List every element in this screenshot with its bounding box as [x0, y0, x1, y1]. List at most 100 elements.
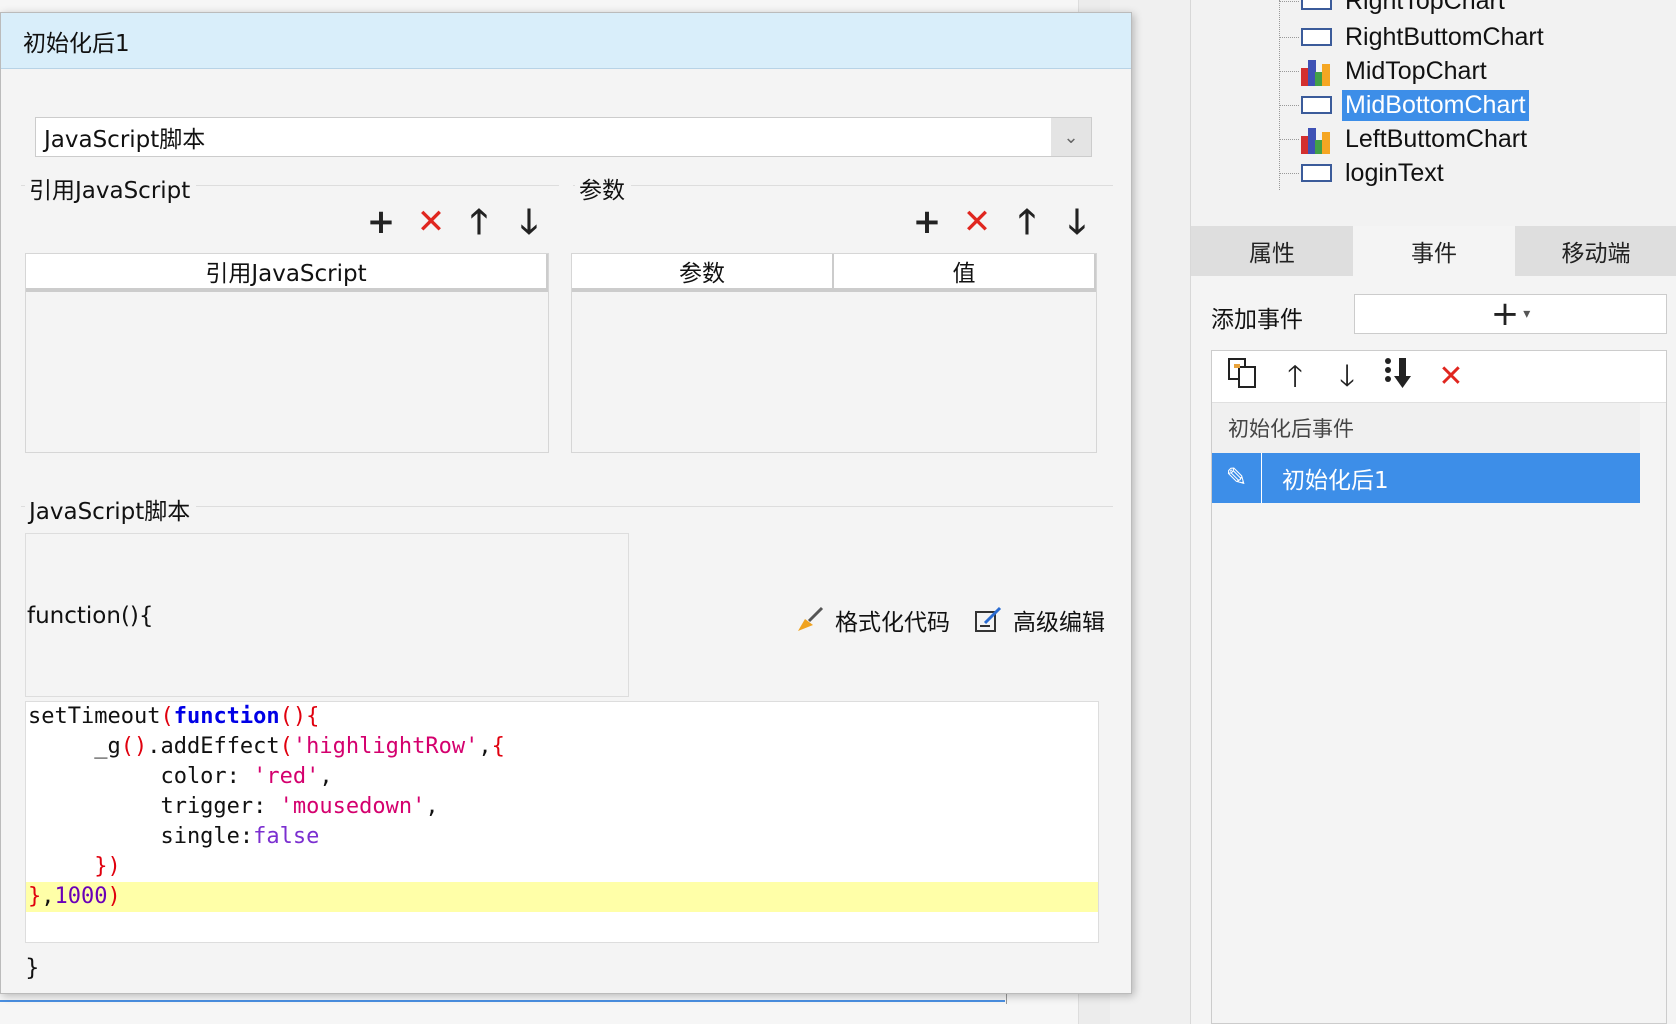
delete-icon[interactable]: ✕ [1434, 359, 1468, 394]
rect-icon [1301, 0, 1332, 10]
script-type-select[interactable]: JavaScript脚本 ⌄ [35, 117, 1092, 157]
tree-connector [1279, 173, 1299, 174]
tree-item-label: MidTopChart [1345, 56, 1487, 85]
column-header-value[interactable]: 值 [834, 254, 1096, 288]
column-header-param[interactable]: 参数 [572, 254, 834, 288]
function-open-text: function(){ [27, 603, 154, 629]
event-toolbar: 🡑 🡓 ✕ [1212, 351, 1666, 403]
event-item-selected[interactable]: ✎ 初始化后1 [1212, 453, 1640, 503]
tree-item-label: MidBottomChart [1342, 89, 1529, 121]
tree-item[interactable]: loginText [1279, 156, 1447, 190]
code-token: .addEffect [147, 734, 280, 759]
event-item-label: 初始化后1 [1282, 468, 1389, 494]
function-close-text: } [25, 955, 40, 981]
ref-js-table: 引用JavaScript [25, 253, 549, 453]
add-ref-js-icon[interactable]: + [363, 205, 399, 239]
code-token: ( [279, 734, 293, 759]
rect-icon [1301, 164, 1332, 182]
column-header-ref-js[interactable]: 引用JavaScript [26, 254, 548, 288]
move-up-ref-js-icon[interactable]: 🡑 [461, 205, 497, 239]
chart-icon [1301, 124, 1332, 154]
tree-connector [1279, 37, 1299, 38]
code-token: false [253, 824, 320, 849]
event-group-header: 初始化后事件 [1212, 403, 1640, 453]
tree-connector [1279, 71, 1299, 72]
delete-param-icon[interactable]: ✕ [959, 205, 995, 239]
tab-properties[interactable]: 属性 [1191, 226, 1353, 276]
move-down-param-icon[interactable]: 🡓 [1059, 205, 1095, 239]
ref-js-section-label: 引用JavaScript [25, 171, 197, 205]
code-line: single:false [26, 822, 1098, 852]
code-line: _g().addEffect('highlightRow',{ [26, 732, 1098, 762]
broom-icon [795, 605, 825, 635]
tree-item-label: LeftButtomChart [1345, 124, 1528, 153]
rect-icon [1301, 28, 1332, 46]
move-bottom-icon[interactable] [1382, 356, 1416, 398]
params-section-label: 参数 [575, 171, 631, 205]
move-up-param-icon[interactable]: 🡑 [1009, 205, 1045, 239]
params-divider [573, 185, 1113, 186]
format-code-button[interactable]: 格式化代码 [795, 603, 950, 637]
right-panel: RightTopChart RightButtomChart MidTopChart… [1190, 0, 1676, 1024]
tree-item[interactable]: MidTopChart [1279, 54, 1490, 88]
edit-pen-icon[interactable]: ✎ [1212, 453, 1262, 503]
advanced-edit-button[interactable]: 高级编辑 [973, 603, 1105, 637]
tree-item[interactable]: RightButtomChart [1279, 20, 1547, 54]
chevron-down-icon[interactable]: ⌄ [1051, 118, 1091, 156]
edit-icon [973, 605, 1003, 635]
code-token: 'mousedown' [279, 794, 426, 819]
add-event-label: 添加事件 [1211, 307, 1303, 333]
chart-icon [1301, 56, 1332, 86]
ref-js-table-header: 引用JavaScript [26, 254, 548, 292]
tree-item[interactable]: RightTopChart [1279, 0, 1508, 18]
copy-icon[interactable] [1226, 356, 1260, 398]
move-down-icon[interactable]: 🡓 [1330, 359, 1364, 394]
delete-ref-js-icon[interactable]: ✕ [413, 205, 449, 239]
code-line: },1000) [26, 882, 1098, 912]
widget-tree: RightTopChart RightButtomChart MidTopChart… [1191, 0, 1676, 226]
tree-connector [1279, 0, 1280, 190]
tree-connector [1279, 1, 1299, 2]
event-list-box: 🡑 🡓 ✕ 初始化后事件 ✎ 初始化后1 [1211, 350, 1667, 1024]
tab-mobile[interactable]: 移动端 [1515, 226, 1676, 276]
code-token: _g [28, 734, 121, 759]
code-line: setTimeout(function(){ [26, 702, 1098, 732]
format-code-label: 格式化代码 [835, 610, 950, 636]
code-token: { [491, 734, 505, 759]
code-token: } [28, 884, 42, 909]
advanced-edit-label: 高级编辑 [1013, 610, 1105, 636]
tree-item-label: RightButtomChart [1345, 22, 1544, 51]
panel-tabs: 属性 事件 移动端 [1191, 226, 1676, 276]
code-token: , [319, 764, 333, 789]
js-script-section-label: JavaScript脚本 [25, 492, 197, 526]
code-line: }) [26, 852, 1098, 882]
rect-icon [1301, 96, 1332, 114]
code-token: ( [160, 704, 174, 729]
move-down-ref-js-icon[interactable]: 🡓 [511, 205, 547, 239]
code-token: }) [28, 854, 121, 879]
code-token: function [173, 704, 280, 729]
code-token: , [425, 794, 439, 819]
code-line: trigger: 'mousedown', [26, 792, 1098, 822]
tree-item[interactable]: MidBottomChart [1279, 88, 1529, 122]
code-token: , [478, 734, 492, 759]
tree-item-label: RightTopChart [1345, 0, 1505, 15]
event-dialog: 初始化后1 JavaScript脚本 ⌄ 引用JavaScript 参数 + ✕… [0, 12, 1132, 994]
code-token: 'highlightRow' [292, 734, 479, 759]
add-param-icon[interactable]: + [909, 205, 945, 239]
tree-item-label: loginText [1345, 158, 1444, 187]
code-token: , [41, 884, 55, 909]
code-token: trigger: [28, 794, 280, 819]
add-event-button[interactable]: + ▾ [1354, 294, 1667, 334]
tab-events[interactable]: 事件 [1353, 226, 1515, 276]
code-editor[interactable]: setTimeout(function(){ _g().addEffect('h… [25, 701, 1099, 943]
params-table-header: 参数 值 [572, 254, 1096, 292]
code-token: setTimeout [28, 704, 161, 729]
tree-connector [1279, 139, 1299, 140]
add-event-row: 添加事件 + ▾ [1191, 292, 1676, 336]
move-up-icon[interactable]: 🡑 [1278, 359, 1312, 394]
params-table: 参数 值 [571, 253, 1097, 453]
tree-item[interactable]: LeftButtomChart [1279, 122, 1530, 156]
plus-icon: + [1490, 294, 1520, 334]
code-token: () [120, 734, 148, 759]
